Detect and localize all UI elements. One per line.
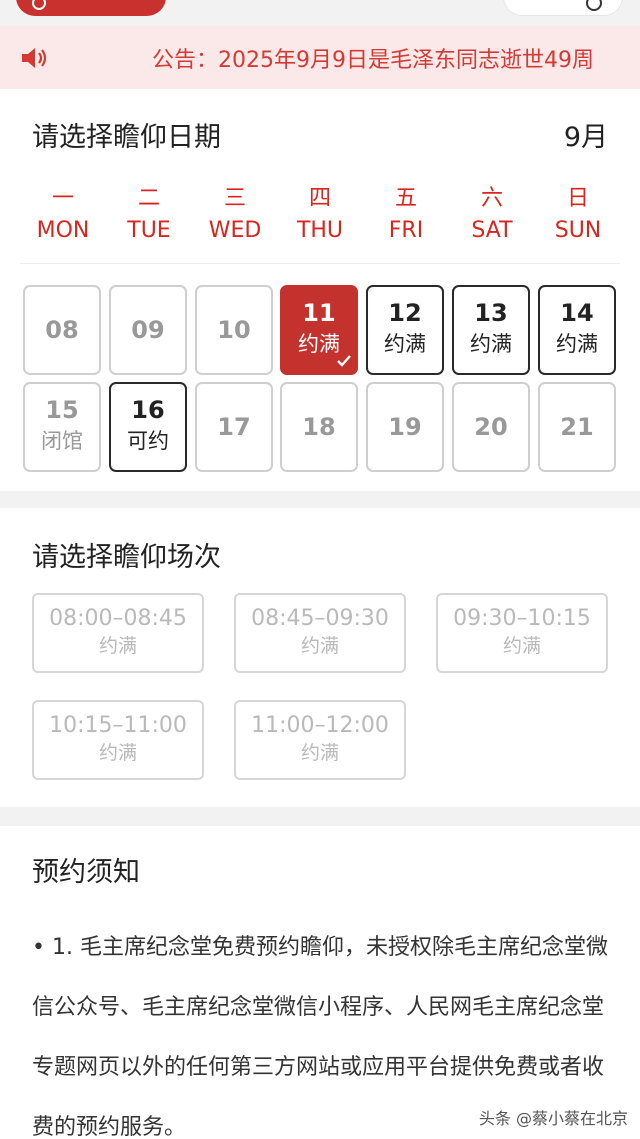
capsule-menu[interactable] — [503, 0, 623, 16]
time-slot[interactable]: 11:00–12:00 约满 — [234, 700, 406, 780]
weekday-mon: 一 MON — [36, 186, 90, 243]
weekday-sun: 日 SUN — [554, 186, 602, 243]
top-bar — [0, 0, 640, 26]
notes-section: 预约须知 • 1. 毛主席纪念堂免费预约瞻仰，未授权除毛主席纪念堂微信公众号、毛… — [0, 826, 640, 1139]
day-cell: 19 — [366, 382, 444, 472]
day-cell[interactable]: 13 约满 — [452, 285, 530, 375]
day-cell-closed: 15 闭馆 — [23, 382, 101, 472]
day-cell[interactable]: 14 约满 — [538, 285, 616, 375]
time-slot[interactable]: 08:45–09:30 约满 — [234, 593, 406, 673]
day-cell-available[interactable]: 16 可约 — [109, 382, 187, 472]
day-cell: 17 — [195, 382, 273, 472]
day-cell-selected[interactable]: 11 约满 — [280, 285, 358, 375]
weekday-fri: 五 FRI — [388, 186, 424, 243]
time-slot[interactable]: 10:15–11:00 约满 — [32, 700, 204, 780]
weekday-sat: 六 SAT — [471, 186, 513, 243]
check-icon — [337, 355, 351, 367]
notice-bar[interactable]: 公告：2025年9月9日是毛泽东同志逝世49周 — [0, 26, 640, 89]
slot-section: 请选择瞻仰场次 08:00–08:45 约满 08:45–09:30 约满 09:3… — [0, 508, 640, 807]
date-section-title: 请选择瞻仰日期 — [32, 122, 221, 153]
speaker-icon — [22, 48, 47, 68]
day-cell: 08 — [23, 285, 101, 375]
notes-title: 预约须知 — [32, 857, 140, 888]
day-cell: 18 — [280, 382, 358, 472]
month-label: 9月 — [563, 122, 608, 153]
day-cell: 21 — [538, 382, 616, 472]
date-section: 请选择瞻仰日期 9月 一 MON 二 TUE 三 WED 四 THU 五 FRI 六 SAT… — [0, 89, 640, 491]
time-slot[interactable]: 09:30–10:15 约满 — [436, 593, 608, 673]
back-button[interactable] — [16, 0, 166, 16]
weekday-thu: 四 THU — [296, 186, 344, 243]
time-slot[interactable]: 08:00–08:45 约满 — [32, 593, 204, 673]
weekday-tue: 二 TUE — [127, 186, 171, 243]
watermark: 头条 @蔡小蔡在北京 — [478, 1109, 628, 1128]
day-cell: 10 — [195, 285, 273, 375]
day-cell[interactable]: 12 约满 — [366, 285, 444, 375]
slot-section-title: 请选择瞻仰场次 — [32, 542, 221, 573]
weekday-header: 一 MON 二 TUE 三 WED 四 THU 五 FRI 六 SAT 日 SUN — [20, 182, 620, 264]
weekday-wed: 三 WED — [208, 186, 262, 243]
circle-icon — [32, 0, 46, 10]
day-cell: 20 — [452, 382, 530, 472]
close-icon — [586, 0, 602, 11]
notice-text: 公告：2025年9月9日是毛泽东同志逝世49周 — [152, 48, 594, 73]
day-cell: 09 — [109, 285, 187, 375]
